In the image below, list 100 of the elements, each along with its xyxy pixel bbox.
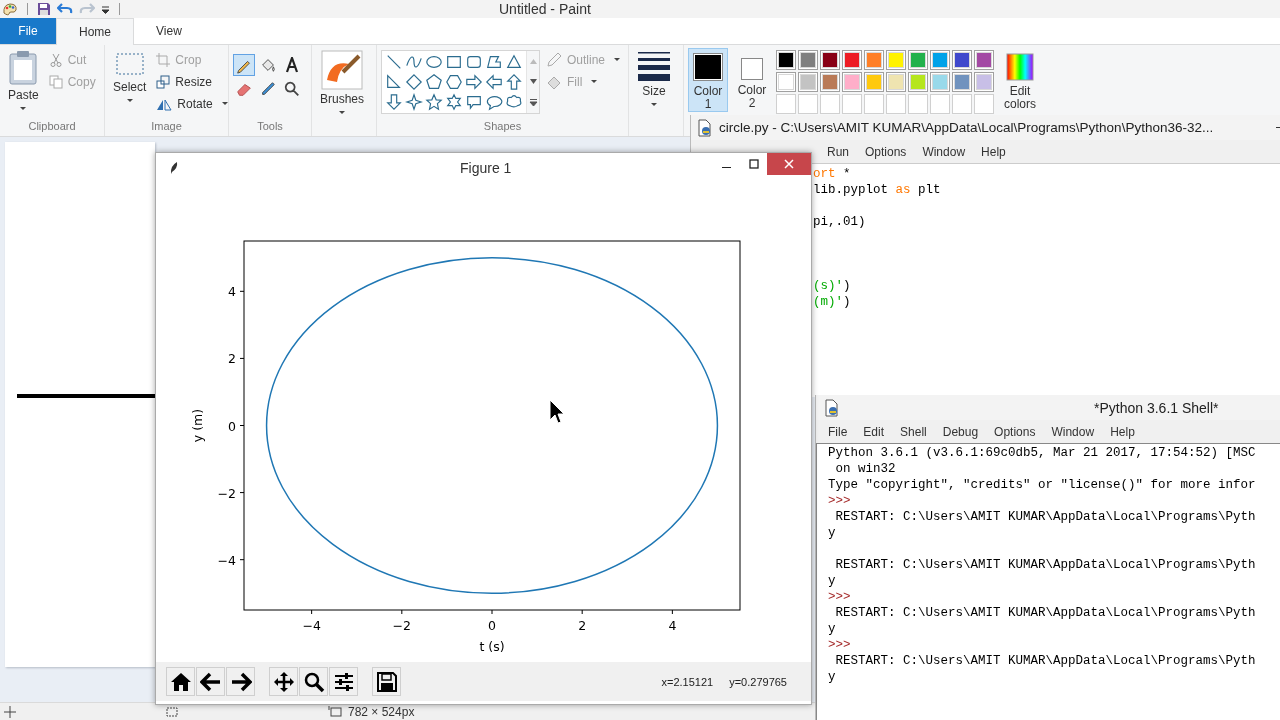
five-point-star-shape-icon[interactable] — [425, 93, 443, 111]
color-slot-button[interactable]: Color 2 — [732, 48, 772, 112]
menu-item[interactable]: Help — [1102, 424, 1143, 439]
configure-button[interactable] — [329, 667, 358, 697]
tick-label: 0 — [228, 418, 236, 434]
file-menu-tab[interactable]: File — [0, 18, 56, 44]
save-button[interactable] — [372, 667, 401, 697]
ribbon-tab[interactable]: View — [134, 18, 204, 44]
shell-output-line: Python 3.6.1 (v3.6.1:69c0db5, Mar 21 2017, 17:54:52) [MSC — [828, 445, 1257, 461]
home-button[interactable] — [166, 667, 195, 697]
empty-swatch[interactable] — [820, 94, 840, 114]
menu-item[interactable]: Options — [986, 424, 1044, 439]
rainbow-swatch-icon — [1006, 53, 1034, 81]
polygon-shape-icon[interactable] — [485, 53, 503, 71]
down-arrow-shape-icon[interactable] — [385, 93, 403, 111]
line-shape-icon[interactable] — [385, 53, 403, 71]
shell-output-line: Type "copyright", "credits" or "license()" for more infor — [828, 477, 1257, 493]
back-button[interactable] — [196, 667, 225, 697]
undo-icon[interactable] — [57, 2, 73, 16]
code-line: (m)') — [813, 294, 852, 310]
magnifier-icon — [283, 80, 301, 98]
tick-mark — [671, 609, 673, 615]
empty-swatch[interactable] — [776, 94, 796, 114]
menu-item[interactable]: Window — [914, 144, 974, 159]
diamond-shape-icon[interactable] — [405, 73, 423, 91]
empty-swatch[interactable] — [930, 94, 950, 114]
right-arrow-shape-icon[interactable] — [465, 73, 483, 91]
four-point-star-shape-icon[interactable] — [405, 93, 423, 111]
empty-swatch[interactable] — [952, 94, 972, 114]
forward-button[interactable] — [226, 667, 255, 697]
menu-item[interactable]: Help — [973, 144, 1014, 159]
cursor-x-readout: x=2.15121 — [661, 675, 714, 688]
empty-swatch[interactable] — [864, 94, 884, 114]
pencil-tool-button[interactable] — [233, 54, 255, 76]
more-caret-icon[interactable] — [528, 98, 538, 108]
hexagon-shape-icon[interactable] — [445, 73, 463, 91]
edit-colors-button[interactable]: Edit colors — [998, 48, 1042, 112]
paint-app-icon[interactable] — [2, 1, 18, 17]
save-icon[interactable] — [37, 2, 51, 16]
pan-button[interactable] — [269, 667, 298, 697]
brushes-button[interactable]: Brushes — [316, 48, 369, 120]
image-size-text: 782 × 524px — [348, 704, 415, 719]
empty-swatch[interactable] — [908, 94, 928, 114]
code-line: pi,.01) — [813, 214, 867, 230]
right-triangle-shape-icon[interactable] — [385, 73, 403, 91]
menu-item[interactable]: Shell — [892, 424, 935, 439]
selection-size-icon — [164, 705, 178, 718]
ribbon-tab[interactable]: Home — [56, 18, 134, 45]
tick-mark — [239, 290, 245, 292]
menu-item[interactable]: Window — [1043, 424, 1103, 439]
triangle-shape-icon[interactable] — [505, 53, 523, 71]
oval-shape-icon[interactable] — [425, 53, 443, 71]
menu-item[interactable]: Run — [819, 144, 857, 159]
dashed-rectangle-icon — [114, 50, 145, 78]
color-slot-button[interactable]: Color 1 — [688, 48, 728, 112]
empty-swatch[interactable] — [798, 94, 818, 114]
up-arrow-shape-icon[interactable] — [505, 73, 523, 91]
shell-prompt: >>> — [828, 493, 852, 509]
empty-swatch[interactable] — [974, 94, 994, 114]
menu-item[interactable]: Options — [857, 144, 915, 159]
zoom-button[interactable] — [299, 667, 328, 697]
tick-label: 4 — [668, 618, 677, 634]
paste-button[interactable]: Paste — [4, 48, 43, 120]
pentagon-shape-icon[interactable] — [425, 73, 443, 91]
resize-button[interactable]: Resize — [156, 72, 228, 92]
rotate-button[interactable]: Rotate — [156, 94, 228, 114]
minimize-icon[interactable] — [1276, 126, 1280, 129]
menu-item[interactable]: Debug — [934, 424, 987, 439]
menu-item[interactable]: Edit — [855, 424, 893, 439]
oval-callout-shape-icon[interactable] — [485, 93, 503, 111]
window-title: *Python 3.6.1 Shell* — [1094, 399, 1219, 416]
menu-item[interactable]: File — [820, 424, 856, 439]
rectangle-shape-icon[interactable] — [445, 53, 463, 71]
tick-mark — [239, 492, 245, 494]
rectangle-callout-shape-icon[interactable] — [465, 93, 483, 111]
move-arrows-icon — [272, 670, 295, 693]
tick-label: 4 — [228, 284, 236, 300]
tick-label: −2 — [217, 485, 236, 501]
empty-swatch[interactable] — [842, 94, 862, 114]
cloud-callout-shape-icon[interactable] — [505, 93, 523, 111]
six-point-star-shape-icon[interactable] — [445, 93, 463, 111]
curve-shape-icon[interactable] — [405, 53, 423, 71]
size-button[interactable]: Size — [633, 48, 675, 120]
tick-mark — [239, 559, 245, 561]
left-arrow-shape-icon[interactable] — [485, 73, 503, 91]
right-arrow-icon — [229, 670, 252, 693]
empty-swatch[interactable] — [886, 94, 906, 114]
tick-label: −4 — [217, 552, 236, 568]
group-label: Shapes — [482, 120, 523, 134]
magnifier-icon — [302, 670, 325, 693]
select-button[interactable]: Select — [109, 48, 151, 120]
crop-icon — [156, 53, 171, 67]
feather-icon — [169, 161, 179, 176]
sliders-icon — [332, 670, 355, 693]
color-picker-icon — [259, 80, 277, 98]
scroll-down-icon[interactable] — [528, 77, 538, 87]
rounded-rectangle-shape-icon[interactable] — [465, 53, 483, 71]
tick-label: −2 — [392, 618, 412, 634]
shell-output-line: y — [828, 525, 837, 541]
customize-caret-icon[interactable] — [101, 4, 110, 14]
